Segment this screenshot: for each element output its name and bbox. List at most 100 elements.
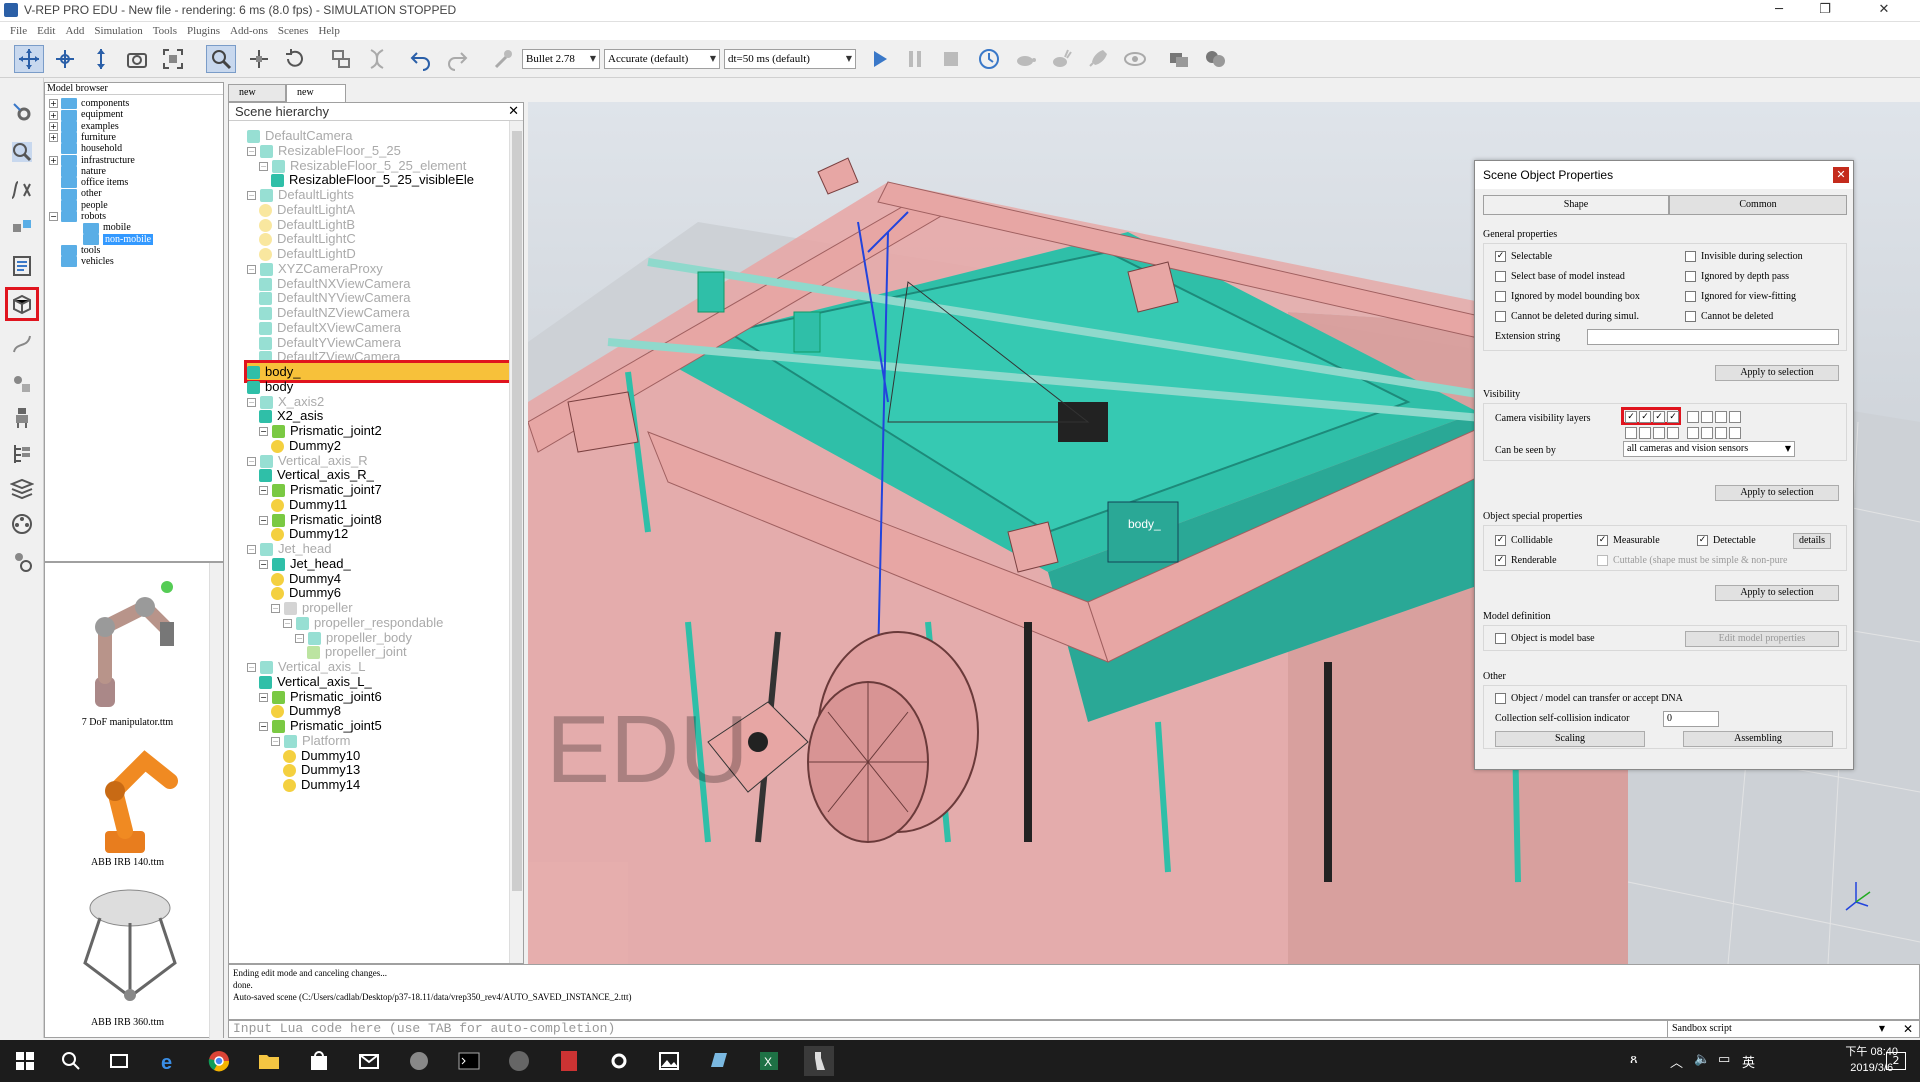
visibility-layer-checkbox[interactable]: ✓ bbox=[1653, 411, 1665, 423]
abb-irb360-thumbnail[interactable] bbox=[70, 883, 190, 1013]
visibility-layer-checkbox[interactable] bbox=[1687, 427, 1699, 439]
notification-badge[interactable]: 2 bbox=[1886, 1052, 1906, 1070]
chrome-taskbar-button[interactable] bbox=[204, 1046, 234, 1076]
menu-plugins[interactable]: Plugins bbox=[182, 22, 225, 40]
expand-toggle-icon[interactable]: − bbox=[271, 736, 280, 746]
ignored-bbox-checkbox[interactable]: Ignored by model bounding box bbox=[1495, 291, 1640, 303]
scripts-button[interactable] bbox=[8, 252, 36, 280]
layers-button[interactable] bbox=[8, 474, 36, 502]
expand-toggle-icon[interactable]: − bbox=[271, 604, 280, 614]
notes-taskbar-button[interactable] bbox=[704, 1046, 734, 1076]
ignored-depth-checkbox[interactable]: Ignored by depth pass bbox=[1685, 271, 1789, 283]
expand-toggle-icon[interactable]: − bbox=[247, 663, 256, 673]
start-simulation-button[interactable] bbox=[864, 45, 894, 73]
visibility-layer-checkbox[interactable] bbox=[1625, 427, 1637, 439]
expand-toggle-icon[interactable]: + bbox=[49, 133, 58, 143]
ik-button[interactable] bbox=[8, 370, 36, 398]
scene-tab-2[interactable]: new scene bbox=[286, 84, 346, 114]
vrep-taskbar-button[interactable] bbox=[554, 1046, 584, 1076]
self-collision-input[interactable]: 0 bbox=[1663, 711, 1719, 727]
page-selector-button[interactable] bbox=[1164, 45, 1194, 73]
menu-add[interactable]: Add bbox=[60, 22, 89, 40]
edit-model-properties-button[interactable]: Edit model properties bbox=[1685, 631, 1839, 647]
renderable-checkbox[interactable]: ✓ Renderable bbox=[1495, 555, 1557, 567]
threaded-rendering-button[interactable] bbox=[1082, 45, 1112, 73]
undo-button[interactable] bbox=[406, 45, 436, 73]
dynamics-toggle-button[interactable] bbox=[488, 45, 518, 73]
select-base-checkbox[interactable]: Select base of model instead bbox=[1495, 271, 1625, 283]
close-dialog-button[interactable]: ✕ bbox=[1833, 167, 1849, 183]
explorer-taskbar-button[interactable] bbox=[254, 1046, 284, 1076]
assembling-button[interactable]: Assembling bbox=[1683, 731, 1833, 747]
visibility-layer-checkbox[interactable] bbox=[1701, 411, 1713, 423]
cannot-delete-checkbox[interactable]: Cannot be deleted bbox=[1685, 311, 1773, 323]
input-method-icon[interactable]: 英 bbox=[1742, 1052, 1755, 1071]
visibility-layer-checkbox[interactable] bbox=[1639, 427, 1651, 439]
lua-input[interactable]: Input Lua code here (use TAB for auto-co… bbox=[229, 1021, 1663, 1037]
visibility-layer-checkbox[interactable] bbox=[1667, 427, 1679, 439]
abb-irb140-thumbnail[interactable] bbox=[75, 731, 185, 861]
details-button[interactable]: details bbox=[1793, 533, 1831, 549]
visibility-layer-checkbox[interactable] bbox=[1687, 411, 1699, 423]
model-folder-item[interactable]: vehicles bbox=[49, 255, 114, 269]
7dof-manipulator-thumbnail[interactable] bbox=[65, 567, 195, 717]
visibility-layer-checkbox[interactable] bbox=[1729, 411, 1741, 423]
scene-selector-button[interactable] bbox=[1200, 45, 1230, 73]
can-be-seen-by-select[interactable]: all cameras and vision sensors ▼ bbox=[1623, 441, 1795, 457]
dna-checkbox[interactable]: Object / model can transfer or accept DN… bbox=[1495, 693, 1683, 705]
slower-button[interactable] bbox=[1010, 45, 1040, 73]
simulation-settings-button[interactable] bbox=[8, 98, 36, 126]
object-shift-button[interactable] bbox=[244, 45, 274, 73]
expand-toggle-icon[interactable]: − bbox=[247, 146, 256, 156]
vrep-active-taskbar-button[interactable] bbox=[804, 1046, 834, 1076]
object-select-button[interactable] bbox=[206, 45, 236, 73]
expand-toggle-icon[interactable]: − bbox=[259, 161, 268, 171]
network-icon[interactable]: ▭ bbox=[1718, 1052, 1730, 1067]
task-view-button[interactable] bbox=[104, 1046, 134, 1076]
user-settings-button[interactable] bbox=[8, 548, 36, 576]
apply-special-button[interactable]: Apply to selection bbox=[1715, 585, 1839, 601]
ignored-view-fitting-checkbox[interactable]: Ignored for view-fitting bbox=[1685, 291, 1796, 303]
assemble-button[interactable] bbox=[326, 45, 356, 73]
expand-toggle-icon[interactable]: − bbox=[259, 722, 268, 732]
scene-tab-1[interactable]: new scene bbox=[228, 84, 286, 114]
hierarchy-scrollbar[interactable] bbox=[509, 121, 523, 963]
mail-taskbar-button[interactable] bbox=[354, 1046, 384, 1076]
realtime-button[interactable] bbox=[974, 45, 1004, 73]
settings-taskbar-button[interactable] bbox=[604, 1046, 634, 1076]
thumbnail-scrollbar[interactable] bbox=[209, 563, 223, 1039]
visibility-layer-checkbox[interactable] bbox=[1729, 427, 1741, 439]
menu-simulation[interactable]: Simulation bbox=[89, 22, 147, 40]
menu-file[interactable]: File bbox=[0, 22, 32, 40]
sphere-taskbar-button[interactable] bbox=[504, 1046, 534, 1076]
fit-to-view-button[interactable] bbox=[158, 45, 188, 73]
cannot-delete-sim-checkbox[interactable]: Cannot be deleted during simul. bbox=[1495, 311, 1639, 323]
calculation-modules-button[interactable] bbox=[8, 176, 36, 204]
visibility-layer-checkbox[interactable] bbox=[1701, 427, 1713, 439]
robot-button[interactable] bbox=[8, 404, 36, 432]
object-properties-button[interactable] bbox=[5, 287, 39, 321]
physics-engine-select[interactable]: Bullet 2.78 bbox=[522, 49, 600, 69]
expand-toggle-icon[interactable]: − bbox=[247, 397, 256, 407]
expand-toggle-icon[interactable]: − bbox=[247, 456, 256, 466]
menu-scenes[interactable]: Scenes bbox=[273, 22, 314, 40]
volume-icon[interactable]: 🔈 bbox=[1694, 1052, 1710, 1067]
menu-help[interactable]: Help bbox=[313, 22, 344, 40]
close-icon[interactable]: ✕ bbox=[1903, 1021, 1913, 1037]
redo-button[interactable] bbox=[442, 45, 472, 73]
pause-simulation-button[interactable] bbox=[900, 45, 930, 73]
apply-general-button[interactable]: Apply to selection bbox=[1715, 365, 1839, 381]
stop-simulation-button[interactable] bbox=[936, 45, 966, 73]
app-taskbar-button[interactable] bbox=[404, 1046, 434, 1076]
search-button[interactable] bbox=[56, 1046, 86, 1076]
apply-visibility-button[interactable]: Apply to selection bbox=[1715, 485, 1839, 501]
collections-button[interactable] bbox=[8, 214, 36, 242]
menu-tools[interactable]: Tools bbox=[148, 22, 182, 40]
visibility-layer-checkbox[interactable] bbox=[1653, 427, 1665, 439]
invisible-selection-checkbox[interactable]: Invisible during selection bbox=[1685, 251, 1803, 263]
script-target-select[interactable]: Sandbox script bbox=[1667, 1021, 1889, 1037]
ime-icon[interactable]: ጸ bbox=[1630, 1052, 1638, 1067]
minimize-button[interactable]: ─ bbox=[1756, 0, 1802, 22]
visibility-layer-checkbox[interactable] bbox=[1715, 411, 1727, 423]
start-button[interactable] bbox=[10, 1046, 40, 1076]
